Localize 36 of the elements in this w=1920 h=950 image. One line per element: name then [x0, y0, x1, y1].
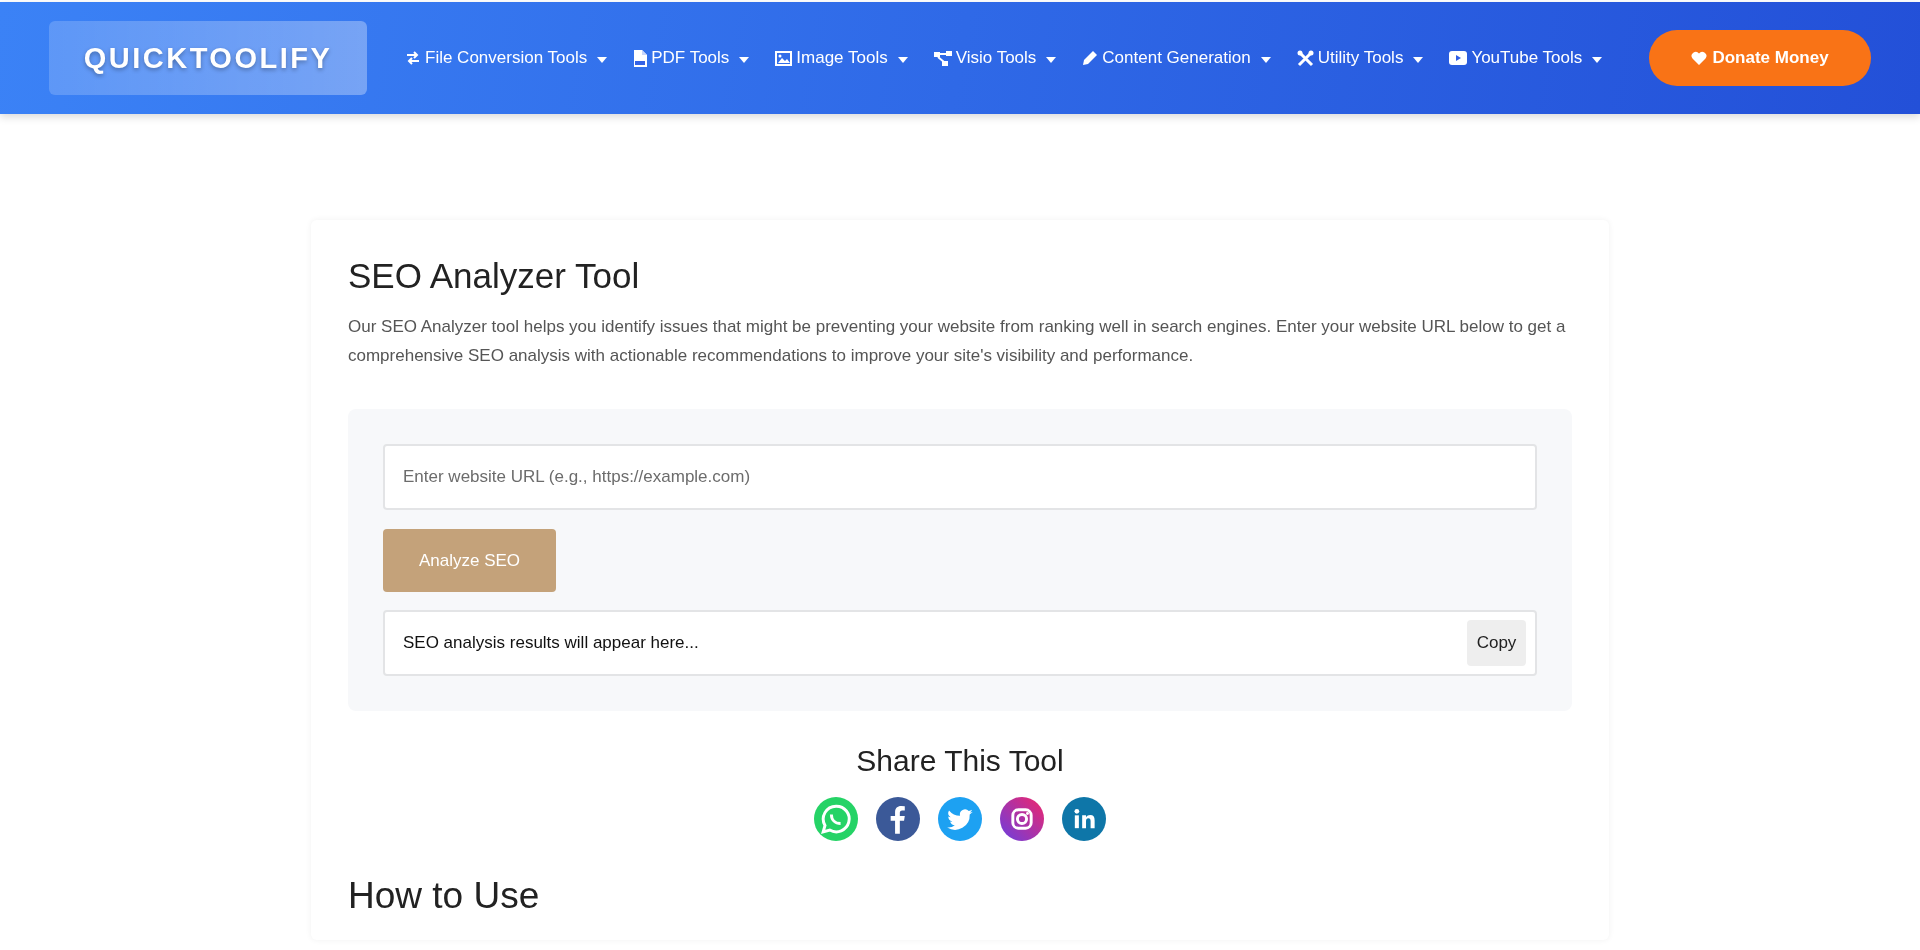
caret-icon	[739, 57, 750, 63]
heart-icon	[1691, 51, 1708, 65]
nav-menu-link[interactable]: Utility Tools	[1296, 48, 1424, 68]
caret-icon	[897, 57, 908, 63]
bird-icon[interactable]	[938, 797, 982, 841]
donate-button[interactable]: Donate Money	[1649, 30, 1871, 86]
nav-menu-link[interactable]: Image Tools	[775, 48, 908, 68]
nav-menu-link[interactable]: Visio Tools	[933, 48, 1057, 68]
caret-icon	[1046, 57, 1057, 63]
image-icon	[775, 50, 793, 66]
results-text: SEO analysis results will appear here...	[403, 633, 699, 653]
swap-arrows-icon	[405, 50, 421, 66]
page-title: SEO Analyzer Tool	[348, 255, 641, 297]
nav-menu-link[interactable]: File Conversion Tools	[405, 48, 608, 68]
instagram-icon[interactable]	[1000, 797, 1044, 841]
url-input-field[interactable]: Enter website URL (e.g., https://example.com)	[383, 444, 1537, 510]
caret-icon	[1413, 57, 1424, 63]
nodes-icon	[933, 50, 952, 66]
site-logo[interactable]: QUICKTOOLIFY	[49, 21, 367, 95]
nav-menu-link[interactable]: YouTube Tools	[1449, 48, 1603, 68]
tools-icon	[1296, 49, 1314, 67]
nav-menu-link[interactable]: Content Generation	[1082, 48, 1271, 68]
caret-icon	[1260, 57, 1271, 63]
linkedin-icon[interactable]	[1062, 797, 1106, 841]
copy-button[interactable]: Copy	[1467, 620, 1526, 666]
video-play-icon	[1449, 51, 1468, 65]
caret-icon	[597, 57, 608, 63]
pdf-file-icon	[633, 49, 648, 67]
analyze-button[interactable]: Analyze SEO	[383, 529, 556, 592]
facebook-icon[interactable]	[876, 797, 920, 841]
pencil-icon	[1082, 50, 1099, 66]
share-heading: Share This Tool	[855, 743, 1065, 779]
section-heading: How to Use	[348, 875, 541, 917]
nav-menu-link[interactable]: PDF Tools	[633, 48, 750, 68]
tool-description: Our SEO Analyzer tool helps you identify issues that might be preventing your website from ranking well in search engines. Enter your website URL below to get a comprehensive SEO analysis with actionable recommendations to improve your site's visibility and performance.	[348, 316, 1567, 367]
caret-icon	[1592, 57, 1603, 63]
